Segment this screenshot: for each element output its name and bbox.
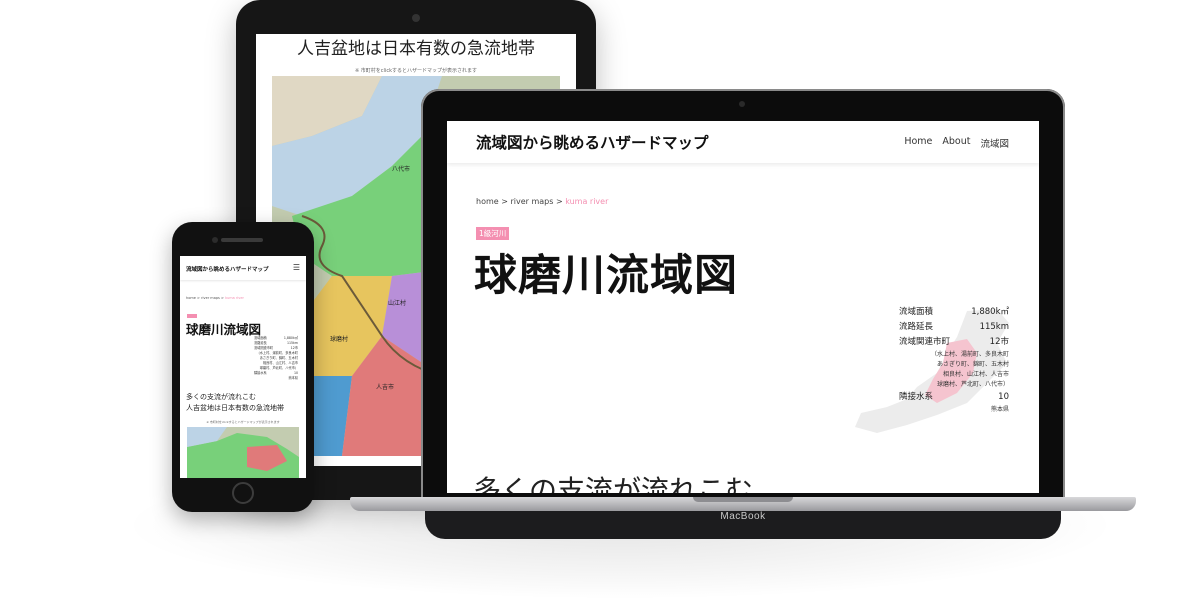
laptop-notch: [693, 497, 793, 502]
stat-length-label: 流路延長: [899, 322, 934, 332]
nav-basin-map[interactable]: 流域図: [980, 136, 1009, 150]
river-stats: 流域面積 1,880k㎡ 流路延長 115km 流域関連市町 12市 （水上村、…: [899, 305, 1009, 415]
phone-map-note: ※ 市町村をclickするとハザードマップが表示されます: [206, 420, 280, 424]
phone-river-class-badge: [187, 314, 197, 318]
laptop-brand-label: MacBook: [720, 511, 766, 522]
phone-header: 流域図から眺めるハザードマップ ☰: [180, 256, 306, 280]
stat-cities-list-1: （水上村、湯前町、多良木町: [930, 351, 1009, 358]
site-title[interactable]: 流域図から眺めるハザードマップ: [476, 131, 709, 153]
hamburger-menu-icon[interactable]: ☰: [293, 263, 300, 272]
laptop-screen: 流域図から眺めるハザードマップ Home About 流域図 home > ri…: [447, 121, 1039, 493]
stat-area-label: 流域面積: [899, 307, 934, 317]
river-class-badge: 1級河川: [476, 227, 510, 240]
stat-cities-label: 流域関連市町: [899, 337, 951, 347]
stat-area-value: 1,880k㎡: [971, 307, 1009, 317]
stat-cities-value: 12市: [989, 337, 1009, 347]
site-header: 流域図から眺めるハザードマップ Home About 流域図: [447, 121, 1039, 163]
stat-area: 流域面積 1,880k㎡: [899, 305, 1009, 320]
phone-breadcrumb-home[interactable]: home >: [186, 296, 200, 300]
phone-site-title[interactable]: 流域図から眺めるハザードマップ: [186, 265, 269, 273]
breadcrumb-river-maps[interactable]: river maps >: [510, 197, 562, 206]
stat-cities: 流域関連市町 12市: [899, 335, 1009, 350]
stat-cities-list-3: 相良村、山江村、人吉市: [942, 371, 1009, 378]
phone-hazard-map[interactable]: [187, 427, 299, 478]
tablet-map-note: ※ 市町村をclickするとハザードマップが表示されます: [355, 68, 477, 74]
stat-basins-label: 隣接水系: [899, 392, 934, 402]
section-heading: 多くの支流が流れこむ: [473, 474, 754, 493]
stat-cities-list-2: あさぎり町、錦町、五木村: [936, 361, 1009, 368]
phone-section-heading-2: 人吉盆地は日本有数の急流地帯: [186, 404, 284, 412]
phone-river-stats: 流域面積 1,880k㎡ 流路延長 115km 流域関連市町 12市 （水上村、湯前町…: [254, 336, 298, 381]
breadcrumb-current: kuma river: [565, 197, 609, 206]
main-nav: Home About 流域図: [904, 136, 1009, 150]
phone-screen: 流域図から眺めるハザードマップ ☰ home > river maps > ku…: [180, 256, 306, 478]
nav-home[interactable]: Home: [904, 136, 932, 150]
phone-camera: [212, 237, 218, 243]
stat-prefecture: 熊本県: [990, 406, 1009, 413]
phone-map-graphic: [187, 427, 299, 478]
page-title: 球磨川流域図: [474, 251, 738, 301]
laptop-camera: [739, 101, 745, 107]
phone-breadcrumb-current: kuma river: [225, 296, 244, 300]
phone-stat-prefecture: 熊本県: [288, 376, 298, 380]
stat-basins: 隣接水系 10: [899, 390, 1009, 405]
nav-about[interactable]: About: [942, 136, 970, 150]
breadcrumb-home[interactable]: home >: [476, 197, 508, 206]
tablet-section-heading: 人吉盆地は日本有数の急流地帯: [297, 39, 535, 59]
tablet-camera: [412, 14, 420, 22]
phone-home-button[interactable]: [232, 482, 254, 504]
phone-breadcrumb-river-maps[interactable]: river maps >: [201, 296, 224, 300]
map-label-hitoyoshi: 人吉市: [376, 384, 395, 391]
phone-breadcrumb: home > river maps > kuma river: [186, 296, 244, 300]
stat-cities-list-4: 球磨村、芦北町、八代市）: [936, 381, 1009, 388]
breadcrumb: home > river maps > kuma river: [476, 197, 608, 206]
phone-speaker: [221, 238, 263, 242]
stat-length-value: 115km: [979, 322, 1009, 332]
phone-section-heading-1: 多くの支流が流れこむ: [186, 393, 256, 401]
map-label-yatsushiro: 八代市: [392, 166, 411, 173]
phone-stat-basins-label: 隣接水系: [254, 371, 267, 375]
stat-basins-value: 10: [998, 392, 1009, 402]
stat-length: 流路延長 115km: [899, 320, 1009, 335]
map-label-kuma-village: 球磨村: [330, 336, 349, 343]
phone-page-title: 球磨川流域図: [186, 322, 262, 337]
map-label-yamae: 山江村: [388, 300, 407, 307]
